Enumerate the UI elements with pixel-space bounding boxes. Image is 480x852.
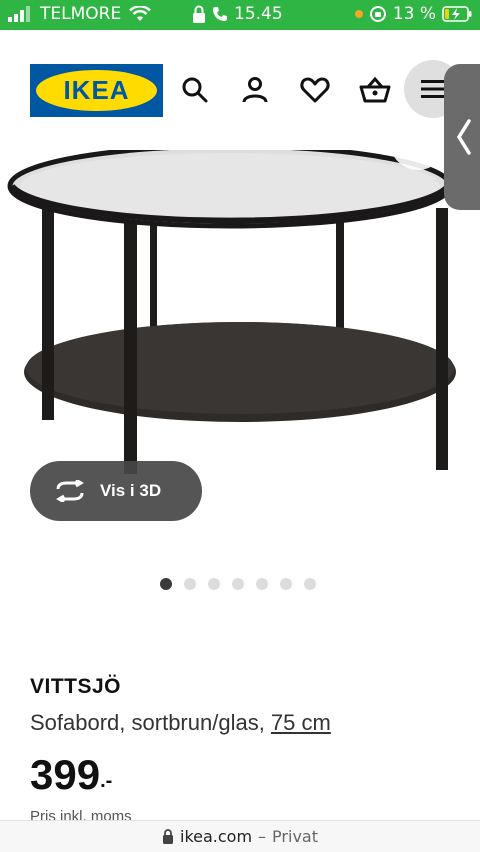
carrier-name: TELMORE [40, 4, 122, 24]
carousel-dot-2[interactable] [184, 578, 196, 590]
carousel-dot-6[interactable] [280, 578, 292, 590]
user-icon [242, 77, 268, 103]
carousel-dot-5[interactable] [256, 578, 268, 590]
rotate-icon [56, 480, 84, 502]
wifi-icon [129, 6, 152, 21]
carousel-dot-1[interactable] [160, 578, 172, 590]
url-domain: ikea.com [180, 827, 253, 846]
lock-icon [163, 829, 173, 844]
side-panel-tab[interactable] [444, 64, 480, 210]
carousel-dot-7[interactable] [304, 578, 316, 590]
logo-text: IKEA [63, 75, 130, 105]
product-description: Sofabord, sortbrun/glas, 75 cm [30, 710, 331, 736]
battery-charging-icon [442, 6, 472, 22]
status-bar: TELMORE 15.45 13 % [0, 0, 480, 30]
heart-icon [300, 77, 330, 103]
browser-url-bar[interactable]: ikea.com – Privat [0, 820, 480, 852]
price-amount: 399 [30, 751, 101, 798]
private-mode-label: Privat [272, 827, 318, 846]
mic-in-use-dot [354, 10, 363, 18]
search-button[interactable] [177, 72, 213, 108]
clock-time: 15.45 [234, 4, 283, 24]
price-suffix: .- [100, 770, 113, 792]
favourites-button[interactable] [297, 72, 333, 108]
chevron-left-icon [456, 119, 471, 155]
ikea-logo[interactable]: IKEA [30, 64, 163, 117]
product-type: Sofabord, sortbrun/glas, [30, 710, 271, 735]
url-separator: – [258, 827, 267, 846]
signal-icon [8, 6, 30, 22]
orientation-lock-icon [369, 6, 386, 22]
site-header: IKEA [0, 30, 480, 150]
product-name: VITTSJÖ [30, 675, 122, 698]
battery-percent: 13 % [392, 4, 436, 24]
basket-icon [359, 76, 391, 103]
product-size-link[interactable]: 75 cm [271, 710, 331, 735]
view-3d-label: Vis i 3D [100, 481, 162, 500]
product-price: 399 .- [30, 752, 112, 798]
carousel-dot-3[interactable] [208, 578, 220, 590]
search-icon [182, 77, 208, 103]
view-3d-button[interactable]: Vis i 3D [30, 461, 202, 521]
phone-icon [213, 7, 227, 21]
carousel-dot-4[interactable] [232, 578, 244, 590]
account-button[interactable] [237, 72, 273, 108]
basket-button[interactable] [357, 72, 393, 108]
image-carousel-dots [160, 578, 316, 590]
lock-icon [193, 5, 205, 23]
menu-icon [421, 80, 445, 98]
